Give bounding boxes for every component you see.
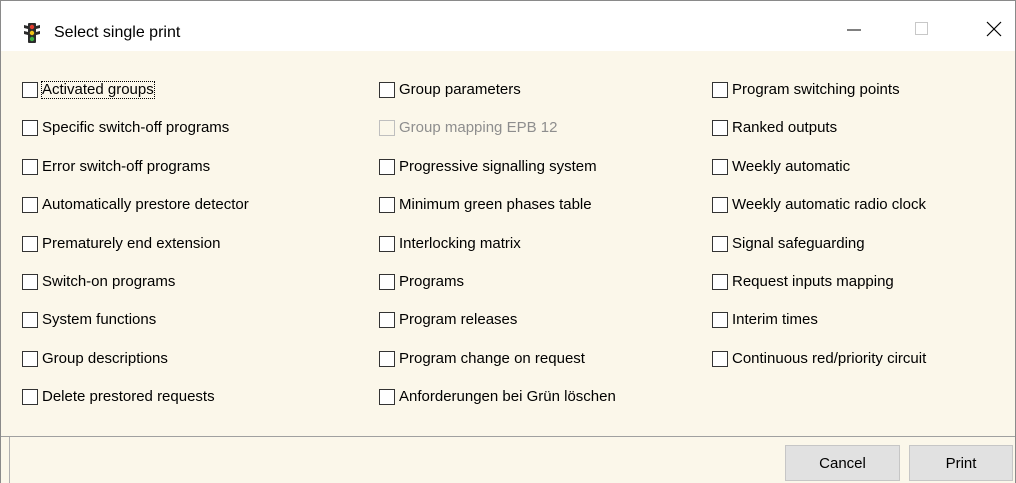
options-column-2: Group parameters Group mapping EPB 12 Pr…: [379, 82, 616, 428]
checkbox[interactable]: [379, 273, 395, 290]
option-label: Programs: [399, 272, 465, 290]
option-label: Anforderungen bei Grün löschen: [399, 388, 616, 406]
option-automatically-prestore-detector[interactable]: Automatically prestore detector: [22, 197, 249, 235]
checkbox[interactable]: [22, 82, 38, 98]
option-minimum-green-phases-table[interactable]: Minimum green phases table: [379, 197, 616, 235]
dialog-title: Select single print: [54, 24, 181, 41]
checkbox[interactable]: [22, 389, 38, 406]
option-activated-groups[interactable]: Activated groups: [22, 81, 249, 120]
checkbox[interactable]: [379, 312, 395, 329]
option-group-mapping-epb-12: Group mapping EPB 12: [379, 120, 616, 158]
option-label: Progressive signalling system: [399, 157, 597, 175]
checkbox[interactable]: [22, 350, 38, 367]
checkbox[interactable]: [379, 158, 395, 175]
minimize-icon: [847, 29, 861, 31]
checkbox[interactable]: [22, 158, 38, 175]
checkbox[interactable]: [712, 120, 728, 137]
checkbox[interactable]: [379, 235, 395, 252]
option-specific-switch-off-programs[interactable]: Specific switch-off programs: [22, 120, 249, 158]
checkbox[interactable]: [712, 350, 728, 367]
option-weekly-automatic-radio-clock[interactable]: Weekly automatic radio clock: [712, 197, 926, 235]
option-continuous-red-priority-circuit[interactable]: Continuous red/priority circuit: [712, 349, 927, 389]
option-program-switching-points[interactable]: Program switching points: [712, 82, 926, 120]
option-label: Switch-on programs: [42, 272, 176, 290]
close-icon: [986, 21, 1002, 37]
option-interlocking-matrix[interactable]: Interlocking matrix: [379, 234, 616, 274]
maximize-button[interactable]: [899, 11, 945, 47]
option-label: Activated groups: [41, 81, 155, 99]
cancel-button[interactable]: Cancel: [785, 445, 900, 481]
option-label: Group parameters: [399, 81, 521, 98]
option-label: Weekly automatic radio clock: [732, 196, 926, 214]
checkbox[interactable]: [712, 158, 728, 175]
option-label: Signal safeguarding: [732, 234, 865, 252]
option-label: Automatically prestore detector: [42, 196, 249, 214]
option-label: Continuous red/priority circuit: [732, 349, 927, 367]
checkbox[interactable]: [379, 197, 395, 214]
checkbox[interactable]: [379, 82, 395, 98]
option-interim-times[interactable]: Interim times: [712, 312, 926, 350]
checkbox[interactable]: [22, 235, 38, 252]
checkbox[interactable]: [22, 120, 38, 137]
options-column-3: Program switching points Ranked outputs …: [712, 82, 926, 389]
option-group-descriptions[interactable]: Group descriptions: [22, 349, 249, 389]
checkbox[interactable]: [379, 389, 395, 406]
option-label: Program change on request: [399, 349, 585, 367]
checkbox[interactable]: [712, 235, 728, 252]
option-label: Delete prestored requests: [42, 388, 215, 406]
option-label: Prematurely end extension: [42, 234, 221, 252]
minimize-button[interactable]: [831, 11, 877, 47]
option-program-change-on-request[interactable]: Program change on request: [379, 349, 616, 389]
option-label: Request inputs mapping: [732, 272, 894, 290]
option-label: Interlocking matrix: [399, 234, 521, 252]
checkbox[interactable]: [22, 273, 38, 290]
option-group-parameters[interactable]: Group parameters: [379, 82, 616, 120]
option-label: Minimum green phases table: [399, 196, 592, 214]
option-program-releases[interactable]: Program releases: [379, 312, 616, 350]
print-button[interactable]: Print: [909, 445, 1013, 481]
checkbox[interactable]: [712, 273, 728, 290]
option-ranked-outputs[interactable]: Ranked outputs: [712, 120, 926, 158]
button-bar: Cancel Print: [1, 436, 1015, 483]
option-prematurely-end-extension[interactable]: Prematurely end extension: [22, 234, 249, 274]
option-switch-on-programs[interactable]: Switch-on programs: [22, 272, 249, 312]
maximize-icon: [915, 22, 928, 35]
option-label: Group descriptions: [42, 349, 168, 367]
select-single-print-dialog: Select single print Activated groups Spe…: [0, 0, 1016, 483]
option-label: System functions: [42, 311, 157, 329]
close-button[interactable]: [971, 11, 1016, 47]
traffic-light-icon: [23, 23, 41, 47]
title-bar[interactable]: Select single print: [1, 1, 1015, 51]
checkbox[interactable]: [22, 197, 38, 214]
option-request-inputs-mapping[interactable]: Request inputs mapping: [712, 272, 926, 312]
option-label: Specific switch-off programs: [42, 119, 230, 137]
checkbox: [379, 120, 395, 137]
options-column-1: Activated groups Specific switch-off pro…: [22, 81, 249, 428]
option-label: Program switching points: [732, 81, 900, 98]
option-error-switch-off-programs[interactable]: Error switch-off programs: [22, 157, 249, 197]
option-label: Weekly automatic: [732, 157, 851, 175]
option-progressive-signalling-system[interactable]: Progressive signalling system: [379, 157, 616, 197]
option-delete-prestored-requests[interactable]: Delete prestored requests: [22, 389, 249, 427]
checkbox[interactable]: [379, 350, 395, 367]
option-label: Program releases: [399, 311, 518, 329]
checkbox[interactable]: [712, 82, 728, 98]
option-label: Error switch-off programs: [42, 157, 211, 175]
option-label: Interim times: [732, 311, 818, 329]
option-label: Group mapping EPB 12: [399, 119, 558, 137]
option-weekly-automatic[interactable]: Weekly automatic: [712, 157, 926, 197]
option-anforderungen-bei-gruen-loeschen[interactable]: Anforderungen bei Grün löschen: [379, 389, 616, 427]
option-system-functions[interactable]: System functions: [22, 312, 249, 350]
option-label: Ranked outputs: [732, 119, 838, 137]
option-programs[interactable]: Programs: [379, 272, 616, 312]
checkbox[interactable]: [712, 197, 728, 214]
option-signal-safeguarding[interactable]: Signal safeguarding: [712, 234, 926, 274]
checkbox[interactable]: [22, 312, 38, 329]
checkbox[interactable]: [712, 312, 728, 329]
